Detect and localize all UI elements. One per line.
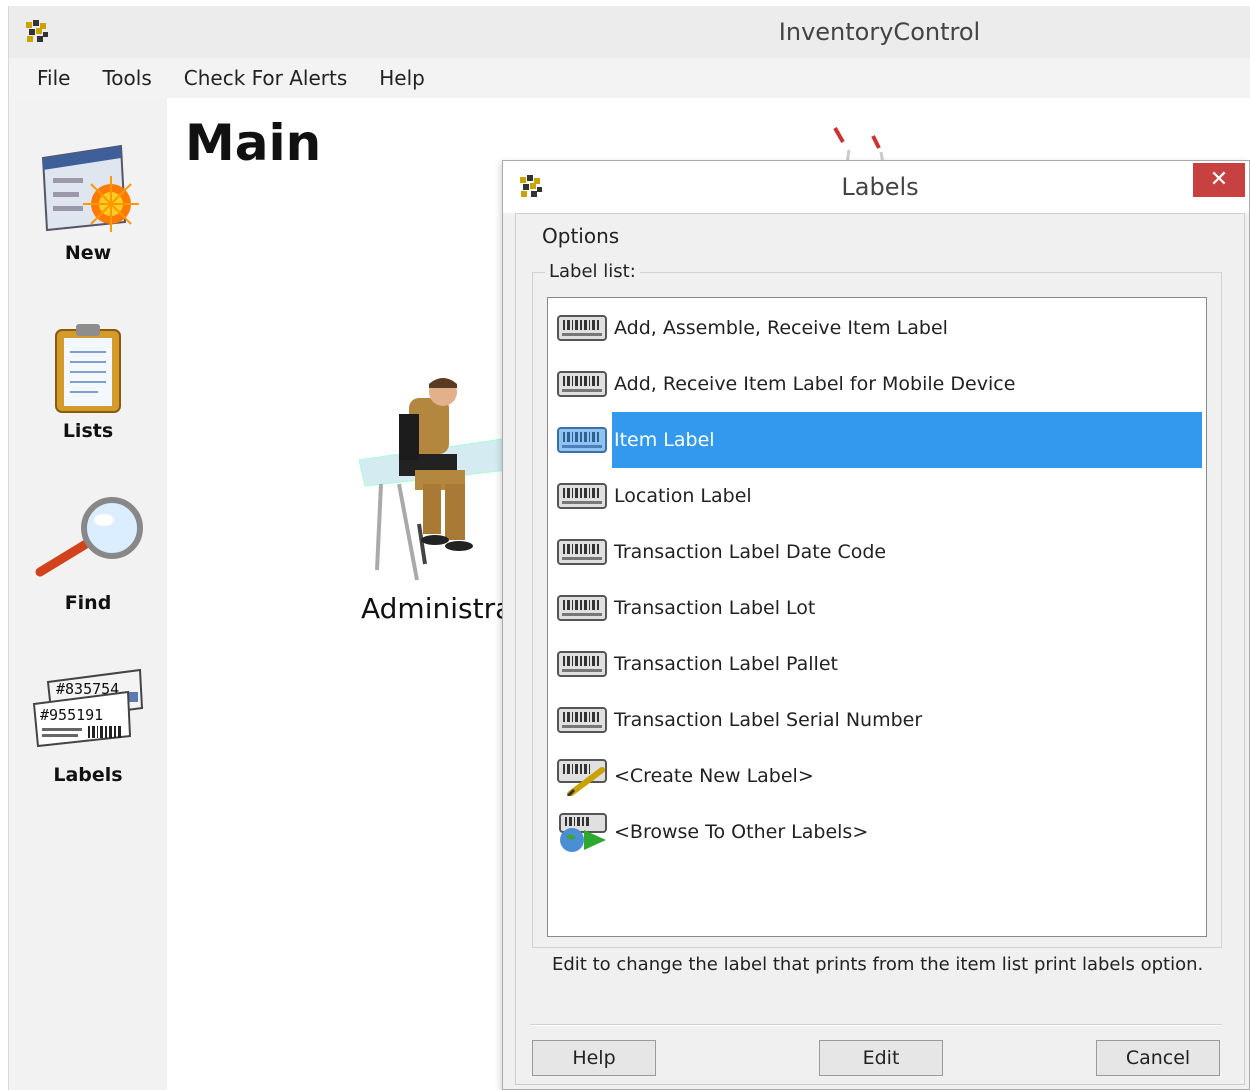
administrator-label[interactable]: Administra — [361, 592, 512, 625]
barcode-labels-icon: #835754 #955191 — [32, 668, 144, 748]
barcode-label-icon — [557, 595, 607, 621]
dialog-body: Options Label list: Add, Assemble, Recei… — [515, 213, 1245, 1085]
menu-check-for-alerts[interactable]: Check For Alerts — [184, 66, 348, 90]
list-item-label: Transaction Label Date Code — [614, 541, 887, 563]
dialog-title: Labels — [841, 173, 919, 201]
magnifier-icon — [35, 497, 143, 577]
sidebar-new-button[interactable]: New — [9, 138, 167, 288]
barcode-label-icon — [557, 651, 607, 677]
page-title: Main — [185, 114, 322, 172]
title-bar[interactable]: InventoryControl — [9, 6, 1250, 58]
sidebar-labels-label: Labels — [53, 764, 123, 786]
list-item[interactable]: Location Label — [556, 468, 1202, 524]
barcode-label-icon — [557, 315, 607, 341]
list-item-label: <Create New Label> — [614, 765, 814, 787]
list-item[interactable]: <Create New Label> — [556, 748, 1202, 804]
barcode-label-icon — [557, 371, 607, 397]
browse-labels-icon — [559, 813, 607, 852]
label-list-caption: Label list: — [545, 261, 640, 282]
list-item-label: Add, Assemble, Receive Item Label — [614, 317, 948, 339]
dialog-title-bar[interactable]: Labels ✕ — [503, 161, 1249, 213]
list-item[interactable]: Transaction Label Serial Number — [556, 692, 1202, 748]
sidebar-lists-button[interactable]: Lists — [9, 320, 167, 470]
list-item-label: Transaction Label Serial Number — [614, 709, 923, 731]
administrator-person-icon[interactable] — [359, 374, 509, 590]
list-item-label: Item Label — [612, 412, 1202, 468]
list-item[interactable]: Add, Assemble, Receive Item Label — [556, 300, 1202, 356]
clipboard-icon — [55, 324, 121, 413]
labels-dialog: Labels ✕ Options Label list: Add, Assemb… — [502, 160, 1250, 1090]
label-icon-number-2: #955191 — [40, 706, 103, 724]
sidebar: New Lists Find #835754 #955191 Labels — [9, 98, 167, 1090]
barcode-label-icon — [557, 707, 607, 733]
list-item-selected[interactable]: Item Label — [556, 412, 1202, 468]
edit-button[interactable]: Edit — [819, 1040, 943, 1076]
label-listbox[interactable]: Add, Assemble, Receive Item Label Add, R… — [547, 297, 1207, 937]
sidebar-find-label: Find — [64, 592, 112, 614]
sidebar-labels-button[interactable]: #835754 #955191 Labels — [9, 664, 167, 814]
hint-text: Edit to change the label that prints fro… — [552, 954, 1204, 975]
list-item[interactable]: Transaction Label Pallet — [556, 636, 1202, 692]
list-item-label: Location Label — [614, 485, 752, 507]
menu-help[interactable]: Help — [379, 66, 425, 90]
sidebar-find-button[interactable]: Find — [9, 492, 167, 642]
cancel-button[interactable]: Cancel — [1096, 1040, 1220, 1076]
new-form-icon — [41, 144, 139, 232]
window-title: InventoryControl — [778, 18, 981, 46]
close-button[interactable]: ✕ — [1193, 163, 1245, 197]
help-button[interactable]: Help — [532, 1040, 656, 1076]
barcode-label-icon — [557, 539, 607, 565]
menu-file[interactable]: File — [37, 66, 70, 90]
sidebar-lists-label: Lists — [62, 420, 114, 442]
label-list-group: Label list: Add, Assemble, Receive Item … — [532, 261, 1222, 948]
create-label-icon — [557, 759, 607, 796]
list-item-label: Add, Receive Item Label for Mobile Devic… — [614, 373, 1016, 395]
divider — [530, 1024, 1222, 1026]
list-item[interactable]: Add, Receive Item Label for Mobile Devic… — [556, 356, 1202, 412]
list-item[interactable]: <Browse To Other Labels> — [556, 804, 1202, 860]
list-item-label: Transaction Label Lot — [614, 597, 816, 619]
tab-options[interactable]: Options — [542, 224, 619, 248]
barcode-label-icon — [557, 483, 607, 509]
list-item-label: Transaction Label Pallet — [614, 653, 838, 675]
barcode-label-icon — [557, 427, 607, 453]
list-item[interactable]: Transaction Label Date Code — [556, 524, 1202, 580]
list-item-label: <Browse To Other Labels> — [614, 821, 869, 843]
menu-tools[interactable]: Tools — [102, 66, 151, 90]
list-item[interactable]: Transaction Label Lot — [556, 580, 1202, 636]
menu-bar: File Tools Check For Alerts Help — [9, 58, 1250, 98]
sidebar-new-label: New — [64, 242, 112, 264]
